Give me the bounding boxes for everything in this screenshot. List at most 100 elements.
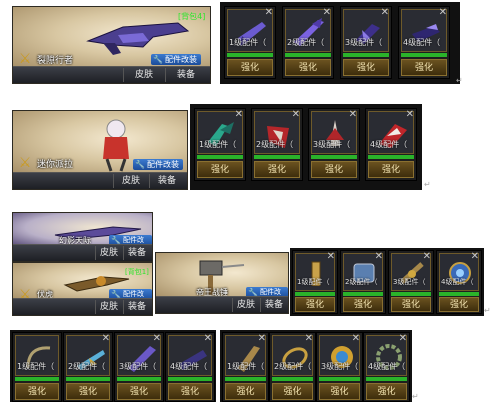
part-label: 1级配件（ bbox=[229, 38, 267, 47]
upgrade-button[interactable]: 强化 bbox=[254, 161, 300, 178]
progress-bar bbox=[319, 377, 360, 381]
progress-bar bbox=[439, 292, 479, 296]
part-slot[interactable]: 1级配件（ ✕ 强化 bbox=[194, 108, 246, 181]
modify-parts-button[interactable]: 🔧配件改装 bbox=[133, 159, 183, 170]
part-label: 4级配件（ bbox=[170, 362, 208, 371]
skin-button[interactable]: 皮肤 bbox=[95, 246, 122, 260]
equip-button[interactable]: 装备 bbox=[260, 298, 287, 312]
upgrade-button[interactable]: 强化 bbox=[439, 297, 479, 312]
part-slot[interactable]: 3级配件（ ✕ 强化 bbox=[308, 108, 360, 181]
equip-button[interactable]: 装备 bbox=[149, 174, 184, 188]
upgrade-button[interactable]: 强化 bbox=[319, 383, 360, 400]
close-icon[interactable]: ✕ bbox=[471, 251, 479, 262]
card-action-bar: 皮肤 装备 bbox=[156, 296, 288, 313]
close-icon[interactable]: ✕ bbox=[153, 333, 161, 344]
return-mark: ↵ bbox=[456, 76, 463, 85]
close-icon[interactable]: ✕ bbox=[102, 333, 110, 344]
part-slot[interactable]: 4级配件（ ✕ 强化 bbox=[165, 332, 215, 402]
part-slot[interactable]: 2级配件（ ✕ 强化 bbox=[269, 332, 316, 402]
skin-button[interactable]: 皮肤 bbox=[123, 68, 164, 82]
upgrade-button[interactable]: 强化 bbox=[15, 383, 59, 400]
part-frame: 1级配件（ bbox=[15, 335, 59, 376]
close-icon[interactable]: ✕ bbox=[327, 251, 335, 262]
part-slot[interactable]: 2级配件（ ✕ 强化 bbox=[63, 332, 113, 402]
close-icon[interactable]: ✕ bbox=[292, 109, 300, 120]
upgrade-button[interactable]: 强化 bbox=[311, 161, 357, 178]
close-icon[interactable]: ✕ bbox=[399, 333, 407, 344]
close-icon[interactable]: ✕ bbox=[352, 333, 360, 344]
part-slot[interactable]: 4级配件（ ✕ 强化 bbox=[436, 250, 482, 314]
skin-button[interactable]: 皮肤 bbox=[113, 174, 148, 188]
part-slot[interactable]: 3级配件（ ✕ 强化 bbox=[316, 332, 363, 402]
part-slot[interactable]: 1级配件（ 强化 bbox=[12, 332, 62, 402]
part-label: 3级配件（ bbox=[393, 278, 426, 286]
part-slot[interactable]: 4级配件（ ✕ 强化 bbox=[365, 108, 417, 181]
upgrade-button[interactable]: 强化 bbox=[285, 59, 331, 76]
upgrade-button[interactable]: 强化 bbox=[343, 297, 383, 312]
upgrade-button[interactable]: 强化 bbox=[343, 59, 389, 76]
upgrade-button[interactable]: 强化 bbox=[401, 59, 447, 76]
equip-button[interactable]: 装备 bbox=[123, 246, 150, 260]
progress-bar bbox=[272, 377, 313, 381]
upgrade-button[interactable]: 强化 bbox=[366, 383, 407, 400]
close-icon[interactable]: ✕ bbox=[423, 251, 431, 262]
part-slot[interactable]: 1级配件（ ✕ 强化 bbox=[224, 6, 276, 79]
part-slot[interactable]: 4级配件（ ✕ 强化 bbox=[363, 332, 410, 402]
upgrade-button[interactable]: 强化 bbox=[227, 59, 273, 76]
upgrade-button[interactable]: 强化 bbox=[391, 297, 431, 312]
progress-bar bbox=[366, 377, 407, 381]
progress-bar bbox=[168, 377, 212, 381]
close-icon[interactable]: ✕ bbox=[439, 7, 447, 18]
close-icon[interactable]: ✕ bbox=[305, 333, 313, 344]
part-slot[interactable]: 2级配件（ ✕ 强化 bbox=[282, 6, 334, 79]
part-slot[interactable]: 3级配件（ ✕ 强化 bbox=[340, 6, 392, 79]
progress-bar bbox=[66, 377, 110, 381]
part-label: 3级配件（ bbox=[313, 140, 351, 149]
close-icon[interactable]: ✕ bbox=[265, 7, 273, 18]
skin-button[interactable]: 皮肤 bbox=[232, 298, 259, 312]
part-label: 4级配件（ bbox=[368, 362, 406, 371]
skin-button[interactable]: 皮肤 bbox=[95, 300, 122, 314]
equip-button[interactable]: 装备 bbox=[123, 300, 150, 314]
part-label: 1级配件（ bbox=[227, 362, 265, 371]
modify-label: 配件改装 bbox=[165, 55, 197, 64]
part-slot[interactable]: 2级配件（ ✕ 强化 bbox=[340, 250, 386, 314]
weapon-name: 裂隙行者 bbox=[37, 56, 74, 66]
close-icon[interactable]: ✕ bbox=[258, 333, 266, 344]
part-label: 1级配件（ bbox=[17, 362, 55, 371]
upgrade-button[interactable]: 强化 bbox=[225, 383, 266, 400]
crossed-swords-emblem-icon: ⚔ bbox=[18, 155, 32, 171]
progress-bar bbox=[227, 53, 273, 57]
close-icon[interactable]: ✕ bbox=[375, 251, 383, 262]
modify-label: 配件改装 bbox=[147, 160, 179, 169]
upgrade-button[interactable]: 强化 bbox=[368, 161, 414, 178]
upgrade-button[interactable]: 强化 bbox=[295, 297, 335, 312]
part-slot[interactable]: 2级配件（ ✕ 强化 bbox=[251, 108, 303, 181]
weapon-card: ⚔ 迷你派拉 🔧 配件改装 皮肤 装备 bbox=[12, 110, 188, 190]
part-slot[interactable]: 3级配件（ ✕ 强化 bbox=[388, 250, 434, 314]
return-mark: ↵ bbox=[412, 392, 419, 401]
modify-parts-button[interactable]: 🔧配件改装 bbox=[151, 54, 201, 65]
upgrade-button[interactable]: 强化 bbox=[66, 383, 110, 400]
upgrade-button[interactable]: 强化 bbox=[168, 383, 212, 400]
equip-button[interactable]: 装备 bbox=[165, 68, 206, 82]
upgrade-button[interactable]: 强化 bbox=[197, 161, 243, 178]
close-icon[interactable]: ✕ bbox=[323, 7, 331, 18]
progress-bar bbox=[343, 53, 389, 57]
close-icon[interactable]: ✕ bbox=[204, 333, 212, 344]
progress-bar bbox=[401, 53, 447, 57]
upgrade-button[interactable]: 强化 bbox=[117, 383, 161, 400]
part-slot[interactable]: 4级配件（ ✕ 强化 bbox=[398, 6, 450, 79]
close-icon[interactable]: ✕ bbox=[381, 7, 389, 18]
part-label: 3级配件（ bbox=[119, 362, 157, 371]
weapon-card: [背包1] ⚔ 伏虎 🔧配件改装 皮肤 装备 bbox=[12, 262, 153, 316]
upgrade-button[interactable]: 强化 bbox=[272, 383, 313, 400]
part-label: 3级配件（ bbox=[321, 362, 359, 371]
close-icon[interactable]: ✕ bbox=[349, 109, 357, 120]
close-icon[interactable]: ✕ bbox=[235, 109, 243, 120]
part-slot[interactable]: 1级配件（ ✕ 强化 bbox=[292, 250, 338, 314]
part-slot[interactable]: 1级配件（ ✕ 强化 bbox=[222, 332, 269, 402]
close-icon[interactable]: ✕ bbox=[406, 109, 414, 120]
part-label: 3级配件（ bbox=[345, 38, 383, 47]
part-slot[interactable]: 3级配件（ ✕ 强化 bbox=[114, 332, 164, 402]
